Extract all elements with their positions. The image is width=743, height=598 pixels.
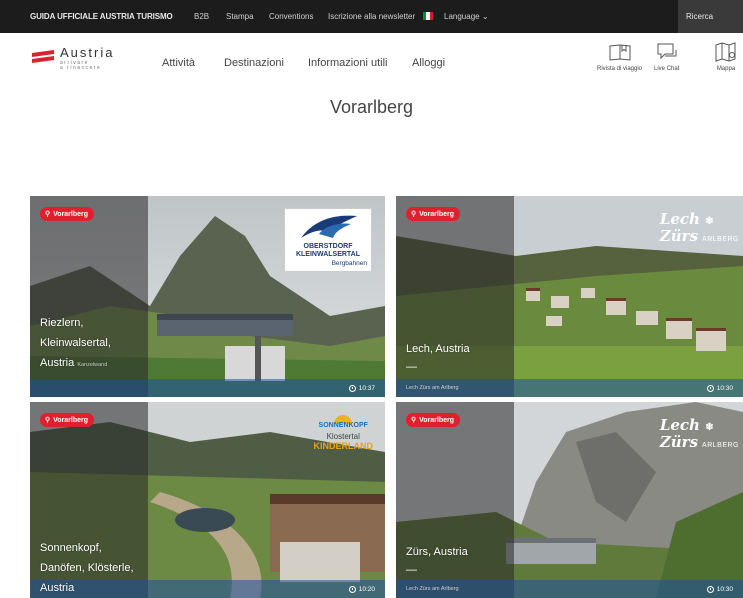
title-dash: — <box>406 361 417 373</box>
lech-zuers-logo: Lech ❄ Zürs ARLBERG <box>659 210 739 245</box>
official-guide-link[interactable]: GUIDA UFFICIALE AUSTRIA TURISMO <box>30 12 173 21</box>
lech-zuers-logo: Lech ❄ Zürs ARLBERG <box>659 416 739 451</box>
language-selector[interactable]: Language ⌄ <box>444 12 489 21</box>
travel-magazine-button[interactable]: Rivista di viaggio <box>597 41 642 72</box>
card-title: Sonnenkopf, Danöfen, Klösterle, Austria <box>40 542 134 594</box>
region-badge: ⚲ Vorarlberg <box>406 413 461 427</box>
card-title: Riezlern, Kleinwalsertal, Austria Kanzel… <box>40 317 111 369</box>
search-button[interactable]: Ricerca <box>678 0 743 33</box>
region-badge: ⚲ Vorarlberg <box>40 207 95 221</box>
sonnen-line1: SONNENKOPF <box>318 422 368 429</box>
nav-destinations[interactable]: Destinazioni <box>224 57 284 69</box>
austria-logo-mark-icon <box>32 50 54 63</box>
card-bottom-strip <box>30 379 385 397</box>
main-header: Austria arrivare a rinascere Attività Des… <box>0 33 743 91</box>
sonnen-line3: KINDERLAND <box>313 441 374 451</box>
card-title: Lech, Austria <box>406 343 470 355</box>
webcam-time: 10:30 <box>706 586 733 593</box>
snowflake-icon: ❄ <box>705 216 714 227</box>
webcam-time: 10:20 <box>348 586 375 593</box>
webcam-time: 10:30 <box>706 385 733 392</box>
nav-activities[interactable]: Attività <box>162 57 195 69</box>
conventions-link[interactable]: Conventions <box>269 12 313 21</box>
webcam-card-riezlern[interactable]: OBERSTDORF KLEINWALSERTAL Bergbahnen ⚲ Vo… <box>30 196 385 397</box>
clock-icon <box>706 385 714 392</box>
oberstdorf-logo: OBERSTDORF KLEINWALSERTAL Bergbahnen <box>284 208 372 272</box>
title-dash: — <box>406 564 417 576</box>
sonnen-line2: Klostertal <box>326 432 360 441</box>
chat-icon <box>657 43 677 60</box>
map-button[interactable]: Mappa <box>714 41 738 72</box>
map-icon <box>715 42 736 62</box>
live-chat-label: Live Chat <box>654 66 680 72</box>
logo-word: Austria <box>60 45 115 60</box>
press-link[interactable]: Stampa <box>226 12 254 21</box>
newsletter-link[interactable]: Iscrizione alla newsletter <box>328 12 415 21</box>
location-pin-icon: ⚲ <box>45 211 51 218</box>
webcam-time: 10:37 <box>348 385 375 392</box>
card-subtitle: Lech Zürs am Arlberg <box>406 586 459 592</box>
search-label: Ricerca <box>686 12 714 21</box>
card-title: Zürs, Austria <box>406 546 468 558</box>
webcam-card-sonnenkopf[interactable]: SONNENKOPF Klostertal KINDERLAND ⚲ Vorarl… <box>30 402 385 598</box>
location-pin-icon: ⚲ <box>45 417 51 424</box>
region-badge: ⚲ Vorarlberg <box>406 207 461 221</box>
live-chat-button[interactable]: Live Chat <box>654 41 679 72</box>
clock-icon <box>706 586 714 593</box>
card-subtitle: Kanzelwand <box>77 362 108 368</box>
sonnenkopf-logo: SONNENKOPF Klostertal KINDERLAND <box>313 412 374 451</box>
card-subtitle: Lech Zürs am Arlberg <box>406 385 459 391</box>
location-pin-icon: ⚲ <box>411 417 417 424</box>
nav-accommodation[interactable]: Alloggi <box>412 57 445 69</box>
b2b-link[interactable]: B2B <box>194 12 209 21</box>
italy-flag-icon[interactable] <box>423 12 433 20</box>
logo-tagline: arrivare a rinascere <box>60 60 102 71</box>
clock-icon <box>348 586 356 593</box>
webcam-card-zuers[interactable]: Lech ❄ Zürs ARLBERG ⚲ Vorarlberg Zürs, Aust… <box>396 402 743 598</box>
eagle-logo-icon <box>301 215 357 238</box>
region-badge: ⚲ Vorarlberg <box>40 413 95 427</box>
map-label: Mappa <box>716 66 736 72</box>
book-icon <box>609 44 631 61</box>
location-pin-icon: ⚲ <box>411 211 417 218</box>
clock-icon <box>348 385 356 392</box>
top-utility-bar: GUIDA UFFICIALE AUSTRIA TURISMO B2B Stam… <box>0 0 743 33</box>
snowflake-icon: ❄ <box>705 422 714 433</box>
chevron-down-icon: ⌄ <box>481 12 489 21</box>
travel-magazine-label: Rivista di viaggio <box>597 66 643 72</box>
logo-oks-line2: KLEINWALSERTAL <box>295 251 361 258</box>
nav-useful-info[interactable]: Informazioni utili <box>308 57 387 69</box>
logo-oks-line3: Bergbahnen <box>331 260 367 267</box>
page-title: Vorarlberg <box>329 97 414 117</box>
webcam-card-lech[interactable]: Lech ❄ Zürs ARLBERG ⚲ Vorarlberg Lech, Aust… <box>396 196 743 397</box>
logo-oks-line1: OBERSTDORF <box>303 243 353 250</box>
